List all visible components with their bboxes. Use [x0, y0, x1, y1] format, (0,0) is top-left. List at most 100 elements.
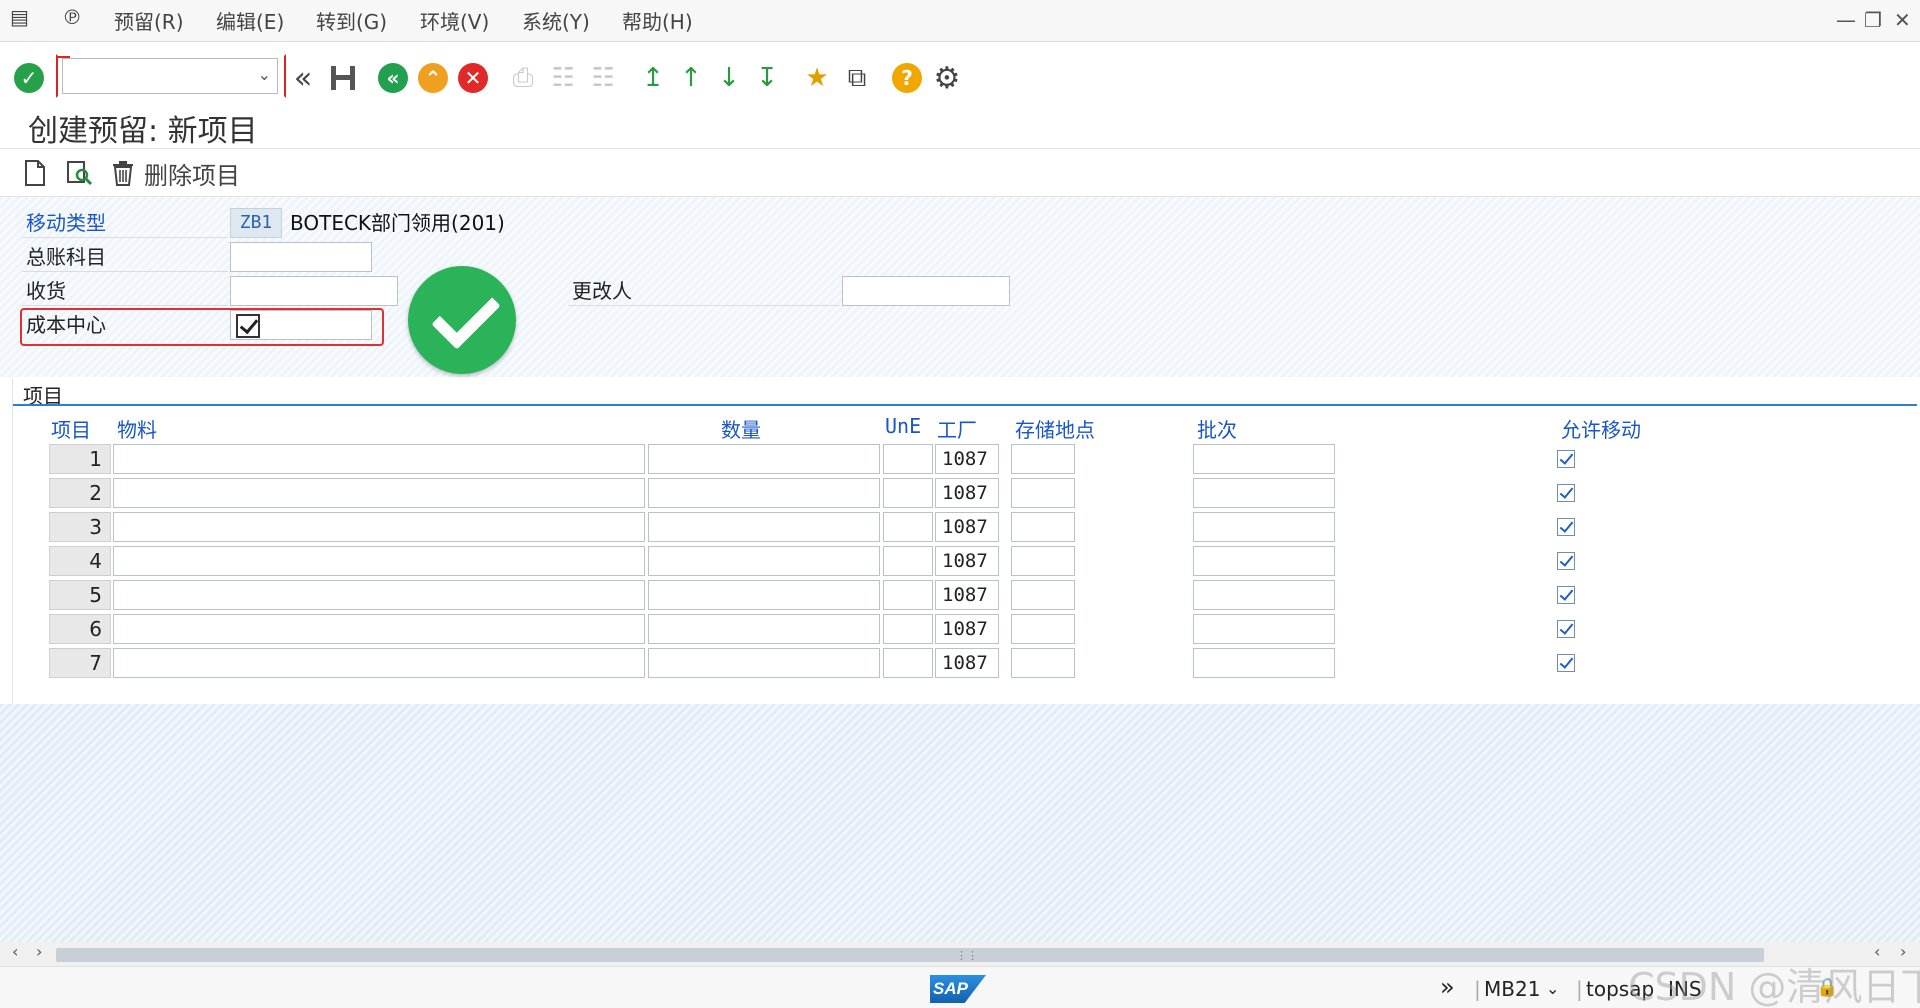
scroll-right-icon[interactable]: › [36, 942, 42, 961]
batch-input[interactable] [1193, 648, 1335, 678]
plant-input[interactable]: 1087 [935, 478, 999, 508]
row-number[interactable]: 6 [49, 614, 111, 644]
scrollbar-thumb[interactable]: ⋮⋮ [56, 948, 1764, 962]
menu-goto[interactable]: 转到(G) [316, 6, 387, 35]
plant-input[interactable]: 1087 [935, 512, 999, 542]
print-icon[interactable]: ⎙ [506, 61, 540, 95]
movement-allowed-checkbox[interactable] [1557, 552, 1575, 570]
quantity-input[interactable] [648, 580, 880, 610]
batch-input[interactable] [1193, 512, 1335, 542]
storage-location-input[interactable] [1011, 478, 1075, 508]
material-input[interactable] [113, 614, 645, 644]
next-page-icon[interactable]: ↓ [712, 61, 746, 95]
row-number[interactable]: 2 [49, 478, 111, 508]
quantity-input[interactable] [648, 648, 880, 678]
goods-recipient-input[interactable] [230, 276, 398, 306]
back-button[interactable]: « [376, 61, 410, 95]
row-number[interactable]: 1 [49, 444, 111, 474]
cancel-button[interactable]: ✕ [456, 61, 490, 95]
collapse-icon[interactable]: « [286, 61, 320, 96]
delete-item-label[interactable]: 删除项目 [144, 156, 240, 191]
gl-account-input[interactable] [230, 242, 372, 272]
material-input[interactable] [113, 478, 645, 508]
exit-button[interactable]: ⌃ [416, 61, 450, 95]
une-input[interactable] [883, 614, 933, 644]
scroll-left-icon[interactable]: ‹ [12, 942, 18, 961]
row-number[interactable]: 3 [49, 512, 111, 542]
menu-icon[interactable]: ▤ [10, 5, 29, 29]
menu-reservation[interactable]: 预留(R) [114, 6, 184, 35]
une-input[interactable] [883, 444, 933, 474]
movement-allowed-checkbox[interactable] [1557, 518, 1575, 536]
col-header-une[interactable]: UnE [885, 414, 921, 438]
plant-input[interactable]: 1087 [935, 580, 999, 610]
material-input[interactable] [113, 648, 645, 678]
col-header-item[interactable]: 项目 [51, 414, 91, 443]
menu-environment[interactable]: 环境(V) [420, 6, 489, 35]
row-number[interactable]: 5 [49, 580, 111, 610]
chevron-down-icon[interactable]: ⌄ [1546, 979, 1559, 998]
menu-system[interactable]: 系统(Y) [522, 6, 590, 35]
settings-gear-icon[interactable]: ⚙ [930, 61, 964, 96]
find-icon[interactable]: ☷ [546, 61, 580, 95]
delete-item-button[interactable] [106, 156, 140, 190]
batch-input[interactable] [1193, 478, 1335, 508]
batch-input[interactable] [1193, 546, 1335, 576]
enter-button[interactable]: ✓ [12, 61, 46, 95]
help-button[interactable]: ? [890, 61, 924, 95]
movement-allowed-checkbox[interactable] [1557, 654, 1575, 672]
material-input[interactable] [113, 580, 645, 610]
une-input[interactable] [883, 512, 933, 542]
plant-input[interactable]: 1087 [935, 614, 999, 644]
plant-input[interactable]: 1087 [935, 546, 999, 576]
minimize-icon[interactable]: — [1836, 8, 1856, 32]
quantity-input[interactable] [648, 444, 880, 474]
material-input[interactable] [113, 444, 645, 474]
new-item-button[interactable] [18, 156, 52, 190]
command-field[interactable]: ⌄ [62, 58, 278, 94]
une-input[interactable] [883, 546, 933, 576]
changed-by-input[interactable] [842, 276, 1010, 306]
item-detail-button[interactable] [62, 156, 96, 190]
storage-location-input[interactable] [1011, 648, 1075, 678]
batch-input[interactable] [1193, 614, 1335, 644]
movement-allowed-checkbox[interactable] [1557, 586, 1575, 604]
row-number[interactable]: 4 [49, 546, 111, 576]
menu-edit[interactable]: 编辑(E) [216, 6, 284, 35]
quantity-input[interactable] [648, 512, 880, 542]
previous-page-icon[interactable]: ↑ [674, 61, 708, 95]
sap-menu-icon[interactable]: ℗ [62, 5, 82, 29]
quantity-input[interactable] [648, 614, 880, 644]
menu-help[interactable]: 帮助(H) [622, 6, 693, 35]
batch-input[interactable] [1193, 444, 1335, 474]
status-expand-icon[interactable]: » [1440, 973, 1455, 1001]
row-number[interactable]: 7 [49, 648, 111, 678]
first-page-icon[interactable]: ↥ [636, 61, 670, 95]
une-input[interactable] [883, 478, 933, 508]
quantity-input[interactable] [648, 546, 880, 576]
close-window-icon[interactable]: ✕ [1894, 8, 1911, 32]
une-input[interactable] [883, 580, 933, 610]
last-page-icon[interactable]: ↧ [750, 61, 784, 95]
storage-location-input[interactable] [1011, 580, 1075, 610]
quantity-input[interactable] [648, 478, 880, 508]
chevron-down-icon[interactable]: ⌄ [258, 65, 271, 84]
batch-input[interactable] [1193, 580, 1335, 610]
material-input[interactable] [113, 546, 645, 576]
movement-allowed-checkbox[interactable] [1557, 450, 1575, 468]
col-header-movement-allowed[interactable]: 允许移动 [1561, 414, 1641, 443]
plant-input[interactable]: 1087 [935, 444, 999, 474]
movement-allowed-checkbox[interactable] [1557, 620, 1575, 638]
shortcut-icon[interactable]: ⧉ [840, 61, 874, 95]
restore-icon[interactable]: ❐ [1864, 8, 1882, 32]
find-next-icon[interactable]: ☷ [586, 61, 620, 95]
storage-location-input[interactable] [1011, 512, 1075, 542]
storage-location-input[interactable] [1011, 614, 1075, 644]
cost-center-checkbox[interactable] [236, 314, 260, 338]
col-header-material[interactable]: 物料 [117, 414, 157, 443]
col-header-plant[interactable]: 工厂 [937, 414, 977, 443]
storage-location-input[interactable] [1011, 546, 1075, 576]
create-session-icon[interactable]: ★ [800, 61, 834, 95]
material-input[interactable] [113, 512, 645, 542]
col-header-quantity[interactable]: 数量 [721, 414, 761, 443]
